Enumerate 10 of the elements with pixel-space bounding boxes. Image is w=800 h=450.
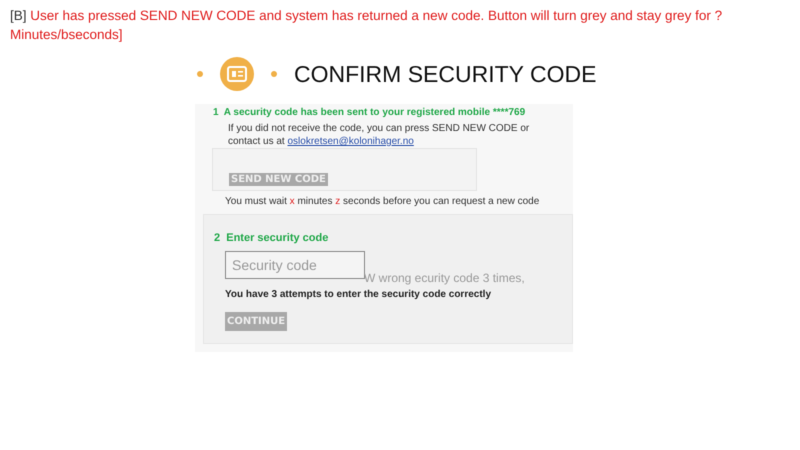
step-title: 1 A security code has been sent to your registered mobile ****769 [212, 106, 526, 120]
wait-message: You must wait x minutes z seconds before you can request a new code [225, 195, 540, 208]
annotation-note: [B] User has pressed SEND NEW CODE and system has returned a new code. Button will turn grey and stay grey for ? Minutes/bseconds] [10, 7, 724, 44]
attempts-text: You have 3 attempts to enter the security code correctly [225, 289, 492, 300]
info-text: If you did not receive the code, you can press SEND NEW CODE or contact us at oslokretsen@kolonihager.no [228, 122, 530, 148]
step-title: 2 Enter security code [213, 231, 330, 245]
overlay-text: W wrong ecurity code 3 times, [364, 271, 525, 285]
page-title: CONFIRM SECURITY CODE [294, 60, 596, 88]
security-code-field[interactable]: Security code [225, 251, 365, 279]
email-link[interactable]: oslokretsen@kolonihager.no [287, 136, 414, 147]
